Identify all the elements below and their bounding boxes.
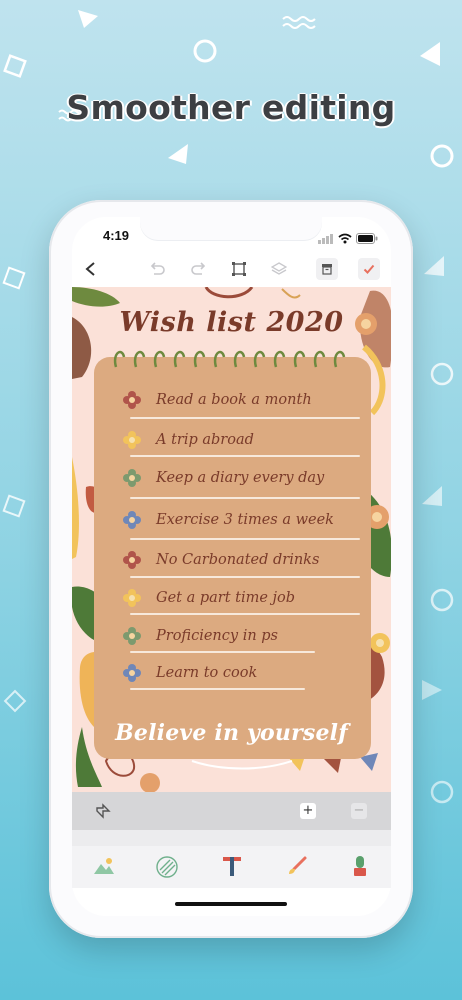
text-icon[interactable]: [221, 854, 243, 882]
layer-bar-divider: [72, 830, 391, 846]
triangle-decoration: [420, 484, 444, 514]
circle-decoration: [428, 778, 456, 810]
wish-list-title[interactable]: Wish list 2020: [72, 307, 391, 338]
flower-icon: [123, 431, 141, 449]
circle-decoration: [428, 142, 456, 174]
list-item-label: A trip abroad: [156, 432, 254, 448]
battery-icon: [356, 229, 378, 248]
undo-icon[interactable]: [148, 260, 166, 278]
square-decoration: [3, 54, 29, 84]
triangle-decoration: [420, 678, 444, 708]
list-item-label: Learn to cook: [156, 665, 258, 681]
status-icons: [318, 229, 378, 248]
item-underline: [130, 651, 315, 653]
image-icon[interactable]: [92, 856, 116, 880]
list-item[interactable]: Learn to cook: [122, 659, 257, 687]
square-decoration: [2, 494, 28, 524]
flower-icon: [123, 391, 141, 409]
list-item[interactable]: A trip abroad: [122, 426, 254, 454]
texture-icon[interactable]: [156, 856, 178, 882]
redo-icon[interactable]: [190, 260, 208, 278]
list-item-label: Keep a diary every day: [156, 470, 325, 486]
item-underline: [130, 497, 360, 499]
home-indicator: [175, 902, 287, 906]
editor-canvas[interactable]: Wish list 2020 Read a book a month A tri…: [72, 287, 391, 792]
item-underline: [130, 455, 360, 457]
list-item[interactable]: Get a part time job: [122, 584, 295, 612]
list-item-label: Get a part time job: [156, 590, 296, 606]
list-item[interactable]: Keep a diary every day: [122, 464, 324, 492]
shuffle-icon[interactable]: [94, 802, 112, 820]
item-underline: [130, 576, 360, 578]
status-time: 4:19: [103, 228, 130, 243]
spiral-binding: [113, 350, 346, 368]
list-item-label: Read a book a month: [156, 392, 312, 408]
circle-decoration: [428, 360, 456, 392]
brush-icon[interactable]: [286, 855, 308, 881]
list-item[interactable]: No Carbonated drinks: [122, 546, 319, 574]
triangle-decoration: [76, 6, 100, 34]
editor-toolbar: [72, 252, 391, 286]
diamond-decoration: [2, 688, 28, 718]
phone-notch: [140, 217, 322, 241]
triangle-decoration: [164, 140, 192, 170]
add-layer-button[interactable]: +: [300, 803, 316, 819]
headline: Smoother editing: [66, 88, 396, 127]
list-item[interactable]: Exercise 3 times a week: [122, 506, 334, 534]
flower-icon: [123, 511, 141, 529]
believe-caption[interactable]: Believe in yourself: [72, 720, 391, 746]
triangle-decoration: [422, 254, 446, 284]
circle-decoration: [428, 586, 456, 618]
flower-icon: [123, 589, 141, 607]
sticker-icon[interactable]: [350, 854, 370, 882]
flower-icon: [123, 469, 141, 487]
crop-icon[interactable]: [230, 260, 248, 278]
item-underline: [130, 688, 305, 690]
flower-icon: [123, 551, 141, 569]
item-underline: [130, 613, 360, 615]
wifi-icon: [338, 229, 352, 248]
flower-icon: [123, 627, 141, 645]
item-underline: [130, 417, 360, 419]
square-decoration: [2, 266, 28, 296]
list-item-label: No Carbonated drinks: [156, 552, 320, 568]
wave-decoration: [282, 14, 320, 33]
layers-icon[interactable]: [270, 260, 288, 278]
check-icon[interactable]: [358, 258, 380, 280]
back-icon[interactable]: [82, 260, 100, 278]
item-underline: [130, 538, 360, 540]
triangle-decoration: [418, 40, 444, 74]
remove-layer-button[interactable]: −: [351, 803, 367, 819]
list-item[interactable]: Proficiency in ps: [122, 622, 278, 650]
list-item-label: Proficiency in ps: [156, 628, 278, 644]
archive-icon[interactable]: [316, 258, 338, 280]
list-item[interactable]: Read a book a month: [122, 386, 312, 414]
bottom-toolbar: [72, 846, 391, 888]
layer-bar: + −: [72, 792, 391, 830]
circle-decoration: [192, 38, 218, 68]
flower-icon: [123, 664, 141, 682]
signal-icon: [318, 229, 334, 248]
list-item-label: Exercise 3 times a week: [156, 512, 334, 528]
